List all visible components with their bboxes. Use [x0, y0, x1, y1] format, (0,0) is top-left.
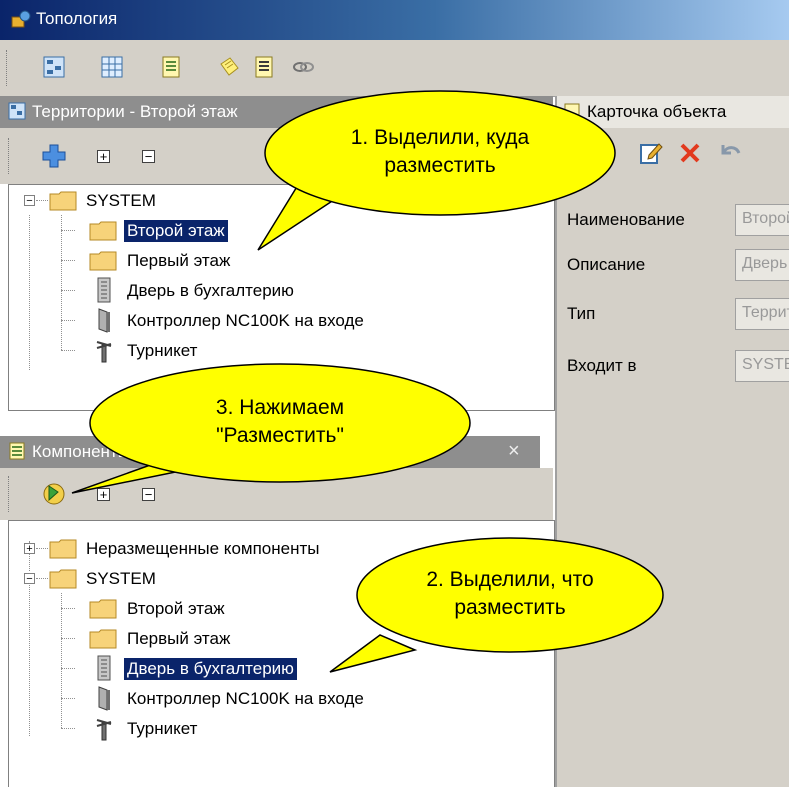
callout-2-text: 2. Выделили, что разместить — [426, 568, 594, 619]
callout-3-text: 3. Нажимаем "Разместить" — [215, 396, 345, 447]
callout-2-pointer — [329, 634, 418, 673]
topology-window: Топология Территории - Второй этаж + − −… — [0, 0, 789, 787]
callout-1-text: 1. Выделили, куда разместить — [350, 126, 530, 177]
